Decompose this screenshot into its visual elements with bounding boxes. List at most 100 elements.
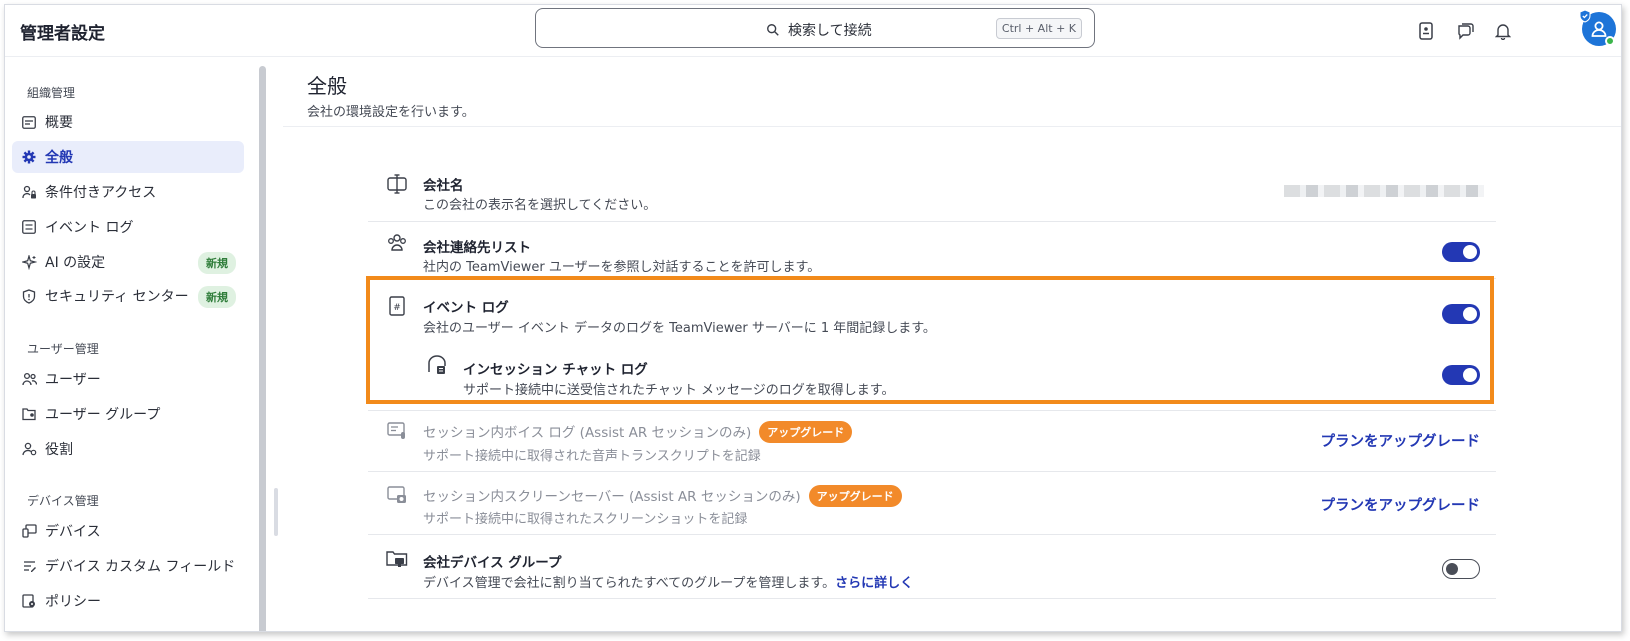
resize-handle[interactable] (274, 488, 278, 536)
sidebar-item-label: 役割 (45, 442, 73, 458)
setting-title: イベント ログ (423, 300, 509, 316)
divider (283, 126, 1621, 127)
top-header: 管理者設定 検索して接続 Ctrl + Alt + K (5, 5, 1621, 57)
setting-event-log: # イベント ログ 会社のユーザー イベント データのログを TeamViewe… (368, 281, 1496, 343)
gear-icon (21, 149, 37, 165)
screenshot-icon (387, 486, 406, 503)
svg-text:#: # (393, 303, 401, 313)
row-divider (368, 598, 1496, 599)
setting-title-text: セッション内スクリーンセーバー (Assist AR セッションのみ) (423, 489, 801, 505)
device-group-icon (386, 551, 408, 567)
sidebar: 組織管理 概要 全般 条件付きアクセス イベント ログ AI の設定 新規 セキ… (5, 58, 278, 631)
sidebar-item-label: ポリシー (45, 594, 101, 610)
chat-log-toggle[interactable] (1442, 365, 1480, 385)
devices-icon (21, 523, 37, 539)
sidebar-item-conditional-access[interactable]: 条件付きアクセス (12, 176, 244, 208)
setting-device-groups: 会社デバイス グループ デバイス管理で会社に割り当てられたすべてのグループを管理… (368, 536, 1496, 598)
user-group-icon (21, 406, 37, 422)
sidebar-item-event-log[interactable]: イベント ログ (12, 211, 244, 243)
setting-company-name: 会社名 この会社の表示名を選択してください。 (368, 165, 1496, 221)
verified-shield-icon (1579, 9, 1591, 23)
setting-desc: サポート接続中に取得された音声トランスクリプトを記録 (423, 449, 761, 464)
setting-title: 会社デバイス グループ (423, 555, 562, 571)
sidebar-item-label: セキュリティ センター (45, 289, 189, 305)
sidebar-item-label: 条件付きアクセス (45, 185, 157, 201)
learn-more-link[interactable]: さらに詳しく (835, 576, 913, 591)
company-name-value-redacted[interactable] (1284, 185, 1484, 197)
sidebar-item-security-center[interactable]: セキュリティ センター 新規 (12, 280, 244, 312)
setting-desc: 会社のユーザー イベント データのログを TeamViewer サーバーに 1 … (423, 321, 936, 336)
setting-title: 会社名 (423, 178, 464, 194)
sidebar-item-users[interactable]: ユーザー (12, 363, 244, 395)
new-badge: 新規 (198, 286, 236, 308)
setting-desc: 社内の TeamViewer ユーザーを参照し対話することを許可します。 (423, 260, 821, 275)
sidebar-section-devices: デバイス管理 (27, 494, 99, 508)
sidebar-item-user-groups[interactable]: ユーザー グループ (12, 398, 244, 430)
upgrade-plan-link[interactable]: プランをアップグレード (1321, 430, 1481, 451)
setting-desc: この会社の表示名を選択してください。 (423, 198, 657, 213)
main-content: 全般 会社の環境設定を行います。 会社名 この会社の表示名を選択してください。 … (283, 58, 1621, 631)
sidebar-item-devices[interactable]: デバイス (12, 515, 244, 547)
new-badge: 新規 (198, 252, 236, 274)
shield-icon (21, 288, 37, 304)
app-title: 管理者設定 (20, 24, 105, 44)
setting-desc: デバイス管理で会社に割り当てられたすべてのグループを管理します。さらに詳しく (423, 572, 913, 591)
setting-desc: サポート接続中に取得されたスクリーンショットを記録 (423, 512, 748, 527)
event-log-toggle[interactable] (1442, 304, 1480, 324)
role-icon (21, 441, 37, 457)
search-placeholder: 検索して接続 (788, 23, 872, 39)
dashboard-icon (21, 114, 37, 130)
row-divider (368, 534, 1496, 535)
device-groups-toggle[interactable] (1442, 559, 1480, 579)
company-name-icon (387, 174, 407, 194)
chat-icon[interactable] (1455, 21, 1475, 41)
sidebar-scrollbar[interactable] (259, 66, 266, 631)
upgrade-plan-link[interactable]: プランをアップグレード (1321, 494, 1481, 515)
sidebar-item-label: 概要 (45, 115, 73, 131)
sparkle-icon (21, 254, 37, 270)
setting-title: セッション内スクリーンセーバー (Assist AR セッションのみ) アップグレ… (423, 485, 902, 507)
sidebar-item-device-custom-fields[interactable]: デバイス カスタム フィールド (12, 550, 244, 582)
sidebar-item-general[interactable]: 全般 (12, 141, 244, 173)
setting-title: 会社連絡先リスト (423, 240, 531, 256)
policy-icon (21, 593, 37, 609)
upgrade-badge: アップグレード (808, 485, 902, 507)
search-shortcut: Ctrl + Alt + K (995, 18, 1082, 39)
setting-desc: サポート接続中に送受信されたチャット メッセージのログを取得します。 (463, 383, 895, 398)
sidebar-item-overview[interactable]: 概要 (12, 106, 244, 138)
setting-title: インセッション チャット ログ (463, 362, 648, 378)
upgrade-badge: アップグレード (759, 421, 853, 443)
event-log-icon: # (389, 296, 405, 316)
search-input[interactable]: 検索して接続 Ctrl + Alt + K (535, 8, 1095, 48)
log-icon (21, 219, 37, 235)
online-status-dot (1605, 36, 1615, 46)
setting-voice-log: セッション内ボイス ログ (Assist AR セッションのみ) アップグレード … (368, 411, 1496, 471)
app-window: 管理者設定 検索して接続 Ctrl + Alt + K 組織管理 概要 全般 条… (4, 4, 1622, 632)
sidebar-item-label: AI の設定 (45, 255, 106, 271)
contact-list-toggle[interactable] (1442, 242, 1480, 262)
custom-field-icon (21, 558, 37, 574)
bell-icon[interactable] (1493, 21, 1513, 41)
row-divider (368, 278, 1496, 279)
page-subtitle: 会社の環境設定を行います。 (307, 105, 475, 120)
sidebar-item-label: デバイス カスタム フィールド (45, 559, 236, 575)
users-icon (21, 371, 37, 387)
sidebar-item-label: イベント ログ (45, 220, 134, 236)
sidebar-item-ai-settings[interactable]: AI の設定 新規 (12, 246, 244, 278)
sidebar-item-label: ユーザー (45, 372, 101, 388)
setting-title-text: セッション内ボイス ログ (Assist AR セッションのみ) (423, 425, 752, 441)
sidebar-item-label: ユーザー グループ (45, 407, 161, 423)
sidebar-item-label: 全般 (45, 150, 73, 166)
sidebar-section-org: 組織管理 (27, 86, 76, 100)
sidebar-item-policies[interactable]: ポリシー (12, 585, 244, 617)
sidebar-item-roles[interactable]: 役割 (12, 433, 244, 465)
device-icon[interactable] (1416, 21, 1436, 41)
page-title: 全般 (307, 74, 347, 98)
search-icon (767, 24, 779, 36)
setting-desc-text: デバイス管理で会社に割り当てられたすべてのグループを管理します。 (423, 576, 836, 591)
sidebar-section-users: ユーザー管理 (27, 342, 99, 356)
chat-log-icon (428, 355, 446, 374)
setting-screenshot-log: セッション内スクリーンセーバー (Assist AR セッションのみ) アップグレ… (368, 472, 1496, 534)
voice-log-icon (387, 422, 405, 439)
setting-title: セッション内ボイス ログ (Assist AR セッションのみ) アップグレード (423, 421, 853, 443)
